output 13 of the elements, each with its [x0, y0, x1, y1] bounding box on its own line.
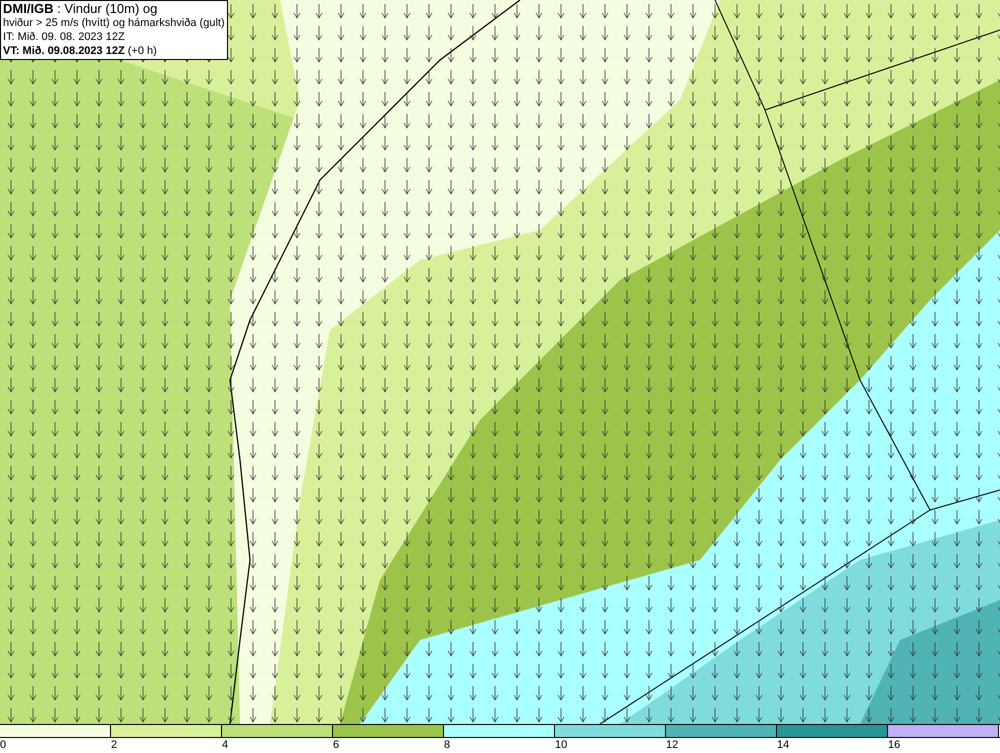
legend-label: 6 [333, 739, 340, 751]
legend-label: 16 [888, 739, 900, 751]
legend-label: 14 [777, 739, 790, 751]
legend-label: 10 [555, 739, 568, 751]
title-line: DMI/IGB : Vindur (10m) og [3, 2, 158, 16]
legend-label: 8 [444, 739, 450, 751]
legend-label: 0 [0, 739, 6, 751]
legend-label: 4 [222, 739, 228, 751]
title-line: hviður > 25 m/s (hvítt) og hámarkshviða (gult) [3, 16, 225, 30]
legend-label: 2 [111, 739, 118, 751]
title-line: VT: Mið. 09.08.2023 12Z (+0 h) [3, 44, 158, 58]
title-line: IT: Mið. 09. 08. 2023 12Z [3, 30, 126, 44]
legend-label: 12 [666, 739, 678, 751]
